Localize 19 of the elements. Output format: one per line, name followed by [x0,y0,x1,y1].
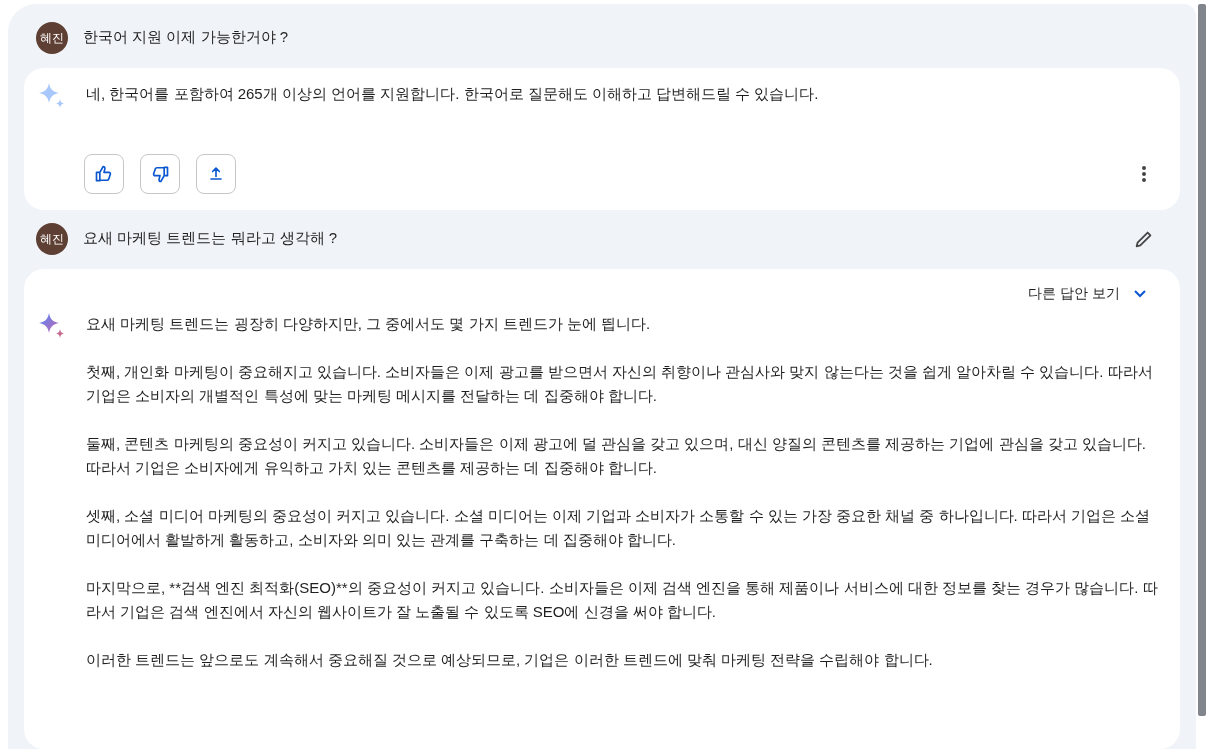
response-paragraph: 요새 마케팅 트렌드는 굉장히 다양하지만, 그 중에서도 몇 가지 트렌드가 눈에 띕니다. [86,314,652,334]
share-button[interactable] [196,154,236,194]
response-paragraph: 첫째, 개인화 마케팅이 중요해지고 있습니다. 소비자들은 이제 광고를 받으면서 자신의 취향이나 관심사와 맞지 않는다는 것을 쉽게 알아차릴 수 있습니다. 따라서 기업은 소비자의 개별적인 특성에 맞는 마케팅 메시지를 전달하는 데 집중해야 합니다. [86,362,1154,406]
thumbs-down-icon [150,164,170,184]
thumbs-down-button[interactable] [140,154,180,194]
prompt-text: 요새 마케팅 트렌드는 뭐라고 생각해 ? [83,228,339,249]
more-vert-icon [1141,165,1147,183]
thumbs-up-button[interactable] [84,154,124,194]
thumbs-up-icon [94,164,114,184]
prompt-text: 한국어 지원 이제 가능한거야 ? [83,27,289,48]
drafts-toggle[interactable]: 다른 답안 보기 [1028,283,1148,304]
avatar: 혜진 [36,222,68,255]
response-paragraph: 이러한 트렌드는 앞으로도 계속해서 중요해질 것으로 예상되므로, 기업은 이러한 트렌드에 맞춰 마케팅 전략을 수립해야 합니다. [86,650,934,670]
scrollbar[interactable] [1198,4,1206,716]
avatar: 혜진 [36,21,68,54]
response-paragraph: 셋째, 소셜 미디어 마케팅의 중요성이 커지고 있습니다. 소셜 미디어는 이제 기업과 소비자가 소통할 수 있는 가장 중요한 채널 중 하나입니다. 따라서 기업은 소셜 미디어에서 활발하게 활동하고, 소비자와 의미 있는 관계를 구축하는 데 집중해야 합니다. [86,506,1152,550]
response-paragraph: 둘째, 콘텐츠 마케팅의 중요성이 커지고 있습니다. 소비자들은 이제 광고에 덜 관심을 갖고 있으며, 대신 양질의 콘텐츠를 제공하는 기업에 관심을 갖고 있습니다. 따라서 기업은 소비자에게 유익하고 가치 있는 콘텐츠를 제공하는 데 집중해야 합니다. [86,434,1148,478]
response-paragraph: 네, 한국어를 포함하여 265개 이상의 언어를 지원합니다. 한국어로 질문해도 이해하고 답변해드릴 수 있습니다. [86,84,820,104]
response-paragraph: 마지막으로, **검색 엔진 최적화(SEO)**의 중요성이 커지고 있습니다. 소비자들은 이제 검색 엔진을 통해 제품이나 서비스에 대한 정보를 찾는 경우가 많습니다. 따라서 기업은 검색 엔진에서 자신의 웹사이트가 잘 노출될 수 있도록 SEO에 신경을 써야 합니다. [86,578,1159,622]
